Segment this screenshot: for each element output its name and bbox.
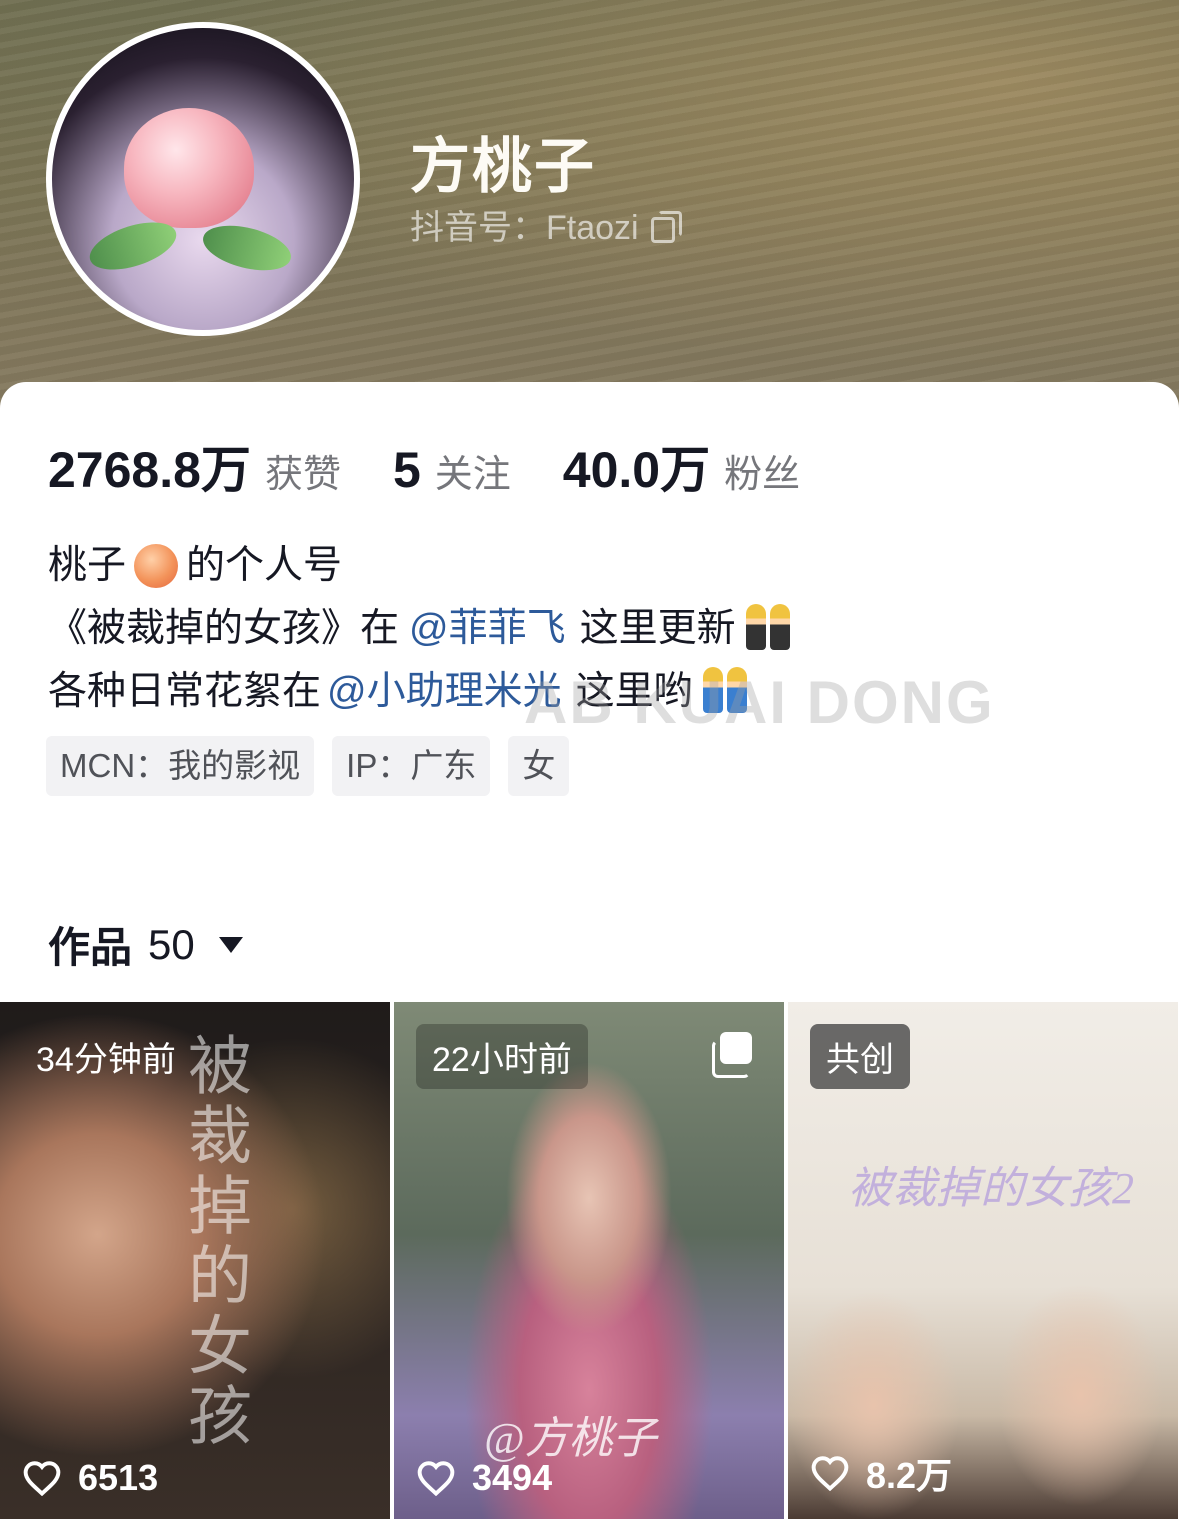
time-badge: 22小时前 <box>416 1024 588 1089</box>
mention-link[interactable]: @小助理米光 <box>327 660 562 723</box>
bunny-girls-emoji-icon <box>742 603 794 654</box>
video-tile[interactable]: 被裁掉的女孩2 共创 8.2万 <box>788 1002 1178 1519</box>
profile-cover: 方桃子 抖音号：Ftaozi <box>0 0 1179 420</box>
douyin-id-row[interactable]: 抖音号：Ftaozi <box>410 200 682 249</box>
peach-illustration <box>124 108 254 228</box>
bio-text: 各种日常花絮在 <box>48 670 322 713</box>
stats-row: 2768.8万 获赞 5 关注 40.0万 粉丝 <box>48 430 852 502</box>
leaf-illustration <box>198 217 296 279</box>
bio-text: 桃子 <box>48 544 127 587</box>
stat-value: 5 <box>392 442 421 498</box>
bio-line: 各种日常花絮在 @小助理米光 这里哟 <box>48 660 794 723</box>
video-tile[interactable]: 被裁掉的女孩 34分钟前 6513 <box>0 1002 390 1519</box>
stat-label: 关注 <box>434 454 511 496</box>
tag-gender: 女 <box>508 736 570 796</box>
works-count: 50 <box>148 920 195 968</box>
bio: 桃子 的个人号 《被裁掉的女孩》在 @菲菲飞 这里更新 各种日常花絮在 @小助理… <box>48 534 794 723</box>
peach-emoji-icon <box>134 543 179 588</box>
bio-text: 《被裁掉的女孩》在 <box>48 607 400 650</box>
dancers-emoji-icon <box>699 666 751 717</box>
like-count: 8.2万 <box>810 1447 952 1499</box>
tag-mcn: MCN：我的影视 <box>46 736 315 796</box>
stat-followers[interactable]: 40.0万 粉丝 <box>563 430 800 502</box>
profile-name: 方桃子 <box>410 133 596 200</box>
stat-label: 粉丝 <box>724 454 801 496</box>
multi-image-icon <box>712 1032 754 1078</box>
mention-link[interactable]: @菲菲飞 <box>409 597 566 660</box>
stat-likes[interactable]: 2768.8万 获赞 <box>48 430 341 502</box>
tile-overlay-text: 被裁掉的女孩2 <box>848 1164 1134 1213</box>
works-tab[interactable]: 作品 50 <box>48 914 243 975</box>
avatar[interactable] <box>46 22 360 336</box>
bio-text: 这里哟 <box>575 670 693 713</box>
video-tile[interactable]: @方桃子 22小时前 3494 <box>394 1002 784 1519</box>
cocreate-badge: 共创 <box>810 1024 910 1089</box>
heart-icon <box>811 1456 849 1491</box>
time-badge: 34分钟前 <box>36 1041 176 1079</box>
tag-ip: IP：广东 <box>332 736 491 796</box>
tile-overlay-text: 被裁掉的女孩 <box>179 1032 250 1452</box>
bio-text: 这里更新 <box>579 607 736 650</box>
stat-value: 40.0万 <box>562 442 711 498</box>
profile-tags: MCN：我的影视 IP：广东 女 <box>46 736 570 796</box>
like-count-text: 6513 <box>78 1457 159 1498</box>
works-label: 作品 <box>48 924 133 971</box>
like-count-text: 8.2万 <box>866 1455 953 1496</box>
bio-line: 桃子 的个人号 <box>48 534 794 597</box>
stat-following[interactable]: 5 关注 <box>393 441 511 499</box>
bio-text: 的个人号 <box>186 544 343 587</box>
bio-line: 《被裁掉的女孩》在 @菲菲飞 这里更新 <box>48 597 794 660</box>
chevron-down-icon[interactable] <box>218 936 243 953</box>
heart-icon <box>417 1461 455 1496</box>
heart-icon <box>23 1461 61 1496</box>
like-count: 6513 <box>22 1457 158 1499</box>
stat-value: 2768.8万 <box>48 442 251 498</box>
like-count-text: 3494 <box>472 1457 553 1498</box>
stat-label: 获赞 <box>264 454 341 496</box>
like-count: 3494 <box>416 1457 552 1499</box>
works-grid: 被裁掉的女孩 34分钟前 6513 @方桃子 22小时前 3494 被裁掉的女孩… <box>0 1002 1179 1519</box>
copy-icon[interactable] <box>650 210 682 243</box>
douyin-id-text: 抖音号：Ftaozi <box>410 209 639 247</box>
